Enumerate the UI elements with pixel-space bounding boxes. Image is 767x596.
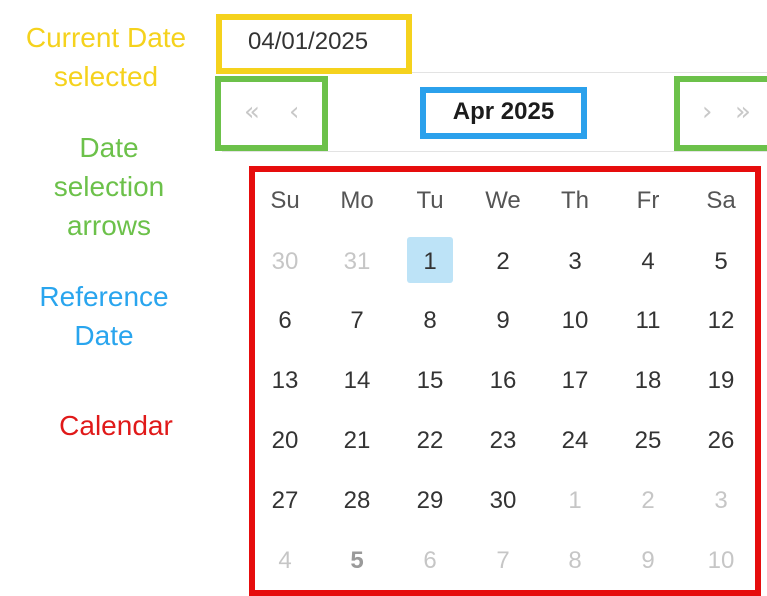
reference-date-highlight-box [420,87,587,139]
legend-reference-line1: Reference [39,281,169,312]
right-arrows-highlight-box [674,76,767,151]
legend-arrows-line3: arrows [66,210,151,241]
legend-calendar-line: Calendar [59,410,173,441]
legend-calendar: Calendar [0,406,232,445]
legend-arrows-line1: Date [79,132,139,163]
nav-divider [222,151,767,152]
left-arrows-highlight-box [215,76,328,151]
legend-reference-line2: Date [74,320,134,351]
calendar-highlight-box [249,166,761,596]
legend-arrows-line2: selection [53,171,165,202]
legend-current-date-line1: Current Date [25,22,187,53]
legend-current-date: Current Date selected [0,18,212,96]
legend-reference-date: Reference Date [0,277,208,355]
legend-date-selection-arrows: Date selection arrows [0,128,218,245]
current-date-highlight-box [216,14,412,74]
legend-current-date-line2: selected [53,61,159,92]
